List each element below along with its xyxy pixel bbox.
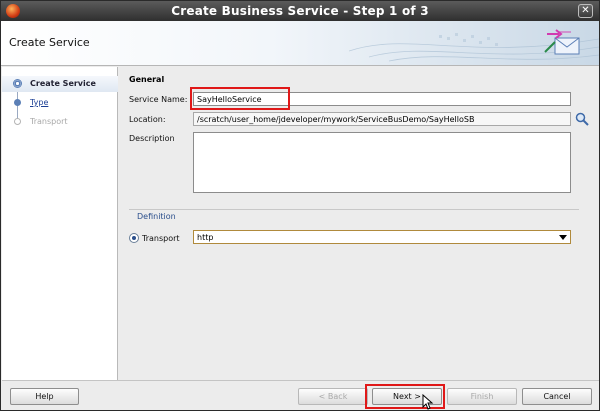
location-field: /scratch/user_home/jdeveloper/mywork/Ser…: [193, 112, 571, 126]
step-dot-icon: [14, 99, 21, 106]
current-step-icon: [13, 79, 22, 88]
transport-select-value: http: [197, 233, 214, 242]
close-button[interactable]: ✕: [578, 4, 593, 18]
description-label: Description: [129, 134, 175, 143]
wizard-steps-nav: Create Service Type Transport: [2, 67, 118, 380]
chevron-down-icon: [559, 235, 567, 240]
wizard-header: Create Service: [1, 21, 599, 66]
window-title: Create Business Service - Step 1 of 3: [171, 4, 429, 18]
envelope-arrows-icon: [544, 29, 580, 55]
finish-button: Finish: [447, 388, 517, 405]
definition-section-title: Definition: [137, 212, 176, 221]
help-button[interactable]: Help: [10, 388, 79, 405]
search-icon[interactable]: [575, 112, 589, 126]
service-name-label: Service Name:: [129, 95, 188, 104]
nav-step-create-service[interactable]: Create Service: [2, 76, 118, 92]
nav-step-type[interactable]: Type: [2, 95, 118, 111]
page-title: Create Service: [9, 36, 90, 49]
service-name-input[interactable]: SayHelloService: [193, 92, 571, 106]
title-bar[interactable]: Create Business Service - Step 1 of 3 ✕: [1, 1, 599, 21]
back-button: < Back: [298, 388, 368, 405]
nav-step-label: Type: [30, 98, 49, 107]
mouse-pointer-icon: [422, 394, 434, 410]
description-textarea[interactable]: [193, 132, 571, 193]
transport-label: Transport: [142, 234, 180, 243]
general-section-title: General: [129, 75, 165, 84]
nav-step-label: Create Service: [30, 79, 96, 88]
location-label: Location:: [129, 115, 166, 124]
definition-divider: [129, 209, 579, 210]
create-business-service-dialog: Create Business Service - Step 1 of 3 ✕ …: [0, 0, 600, 411]
wizard-content: General Service Name: SayHelloService Lo…: [119, 67, 599, 380]
transport-select[interactable]: http: [193, 230, 571, 244]
transport-radio[interactable]: [129, 233, 139, 243]
wizard-footer: Help < Back Next > Finish Cancel: [2, 380, 599, 410]
cancel-button[interactable]: Cancel: [522, 388, 592, 405]
nav-step-label: Transport: [30, 117, 68, 126]
nav-step-transport: Transport: [2, 114, 118, 130]
step-dot-icon: [14, 118, 21, 125]
